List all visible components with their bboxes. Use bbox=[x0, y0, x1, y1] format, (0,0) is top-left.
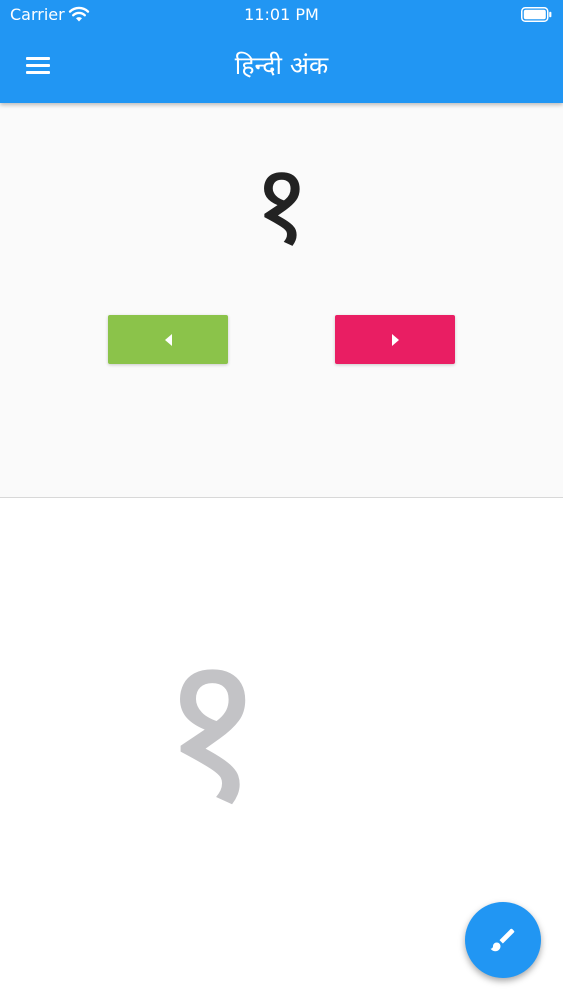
app-header: Carrier 11:01 PM हिन्दी अंक bbox=[0, 0, 563, 103]
next-digit-button[interactable] bbox=[335, 315, 455, 364]
current-digit: १ bbox=[252, 140, 311, 270]
battery-icon bbox=[521, 7, 552, 22]
status-bar: Carrier 11:01 PM bbox=[0, 0, 563, 30]
brush-fab-button[interactable] bbox=[465, 902, 541, 978]
trace-guide-digit: १ bbox=[158, 610, 266, 848]
status-time: 11:01 PM bbox=[244, 5, 319, 24]
digit-panel: १ bbox=[0, 103, 563, 498]
page-title: हिन्दी अंक bbox=[234, 51, 329, 80]
brush-icon bbox=[490, 928, 515, 952]
arrow-right-icon bbox=[391, 333, 399, 346]
previous-digit-button[interactable] bbox=[108, 315, 228, 364]
arrow-left-icon bbox=[164, 333, 172, 346]
